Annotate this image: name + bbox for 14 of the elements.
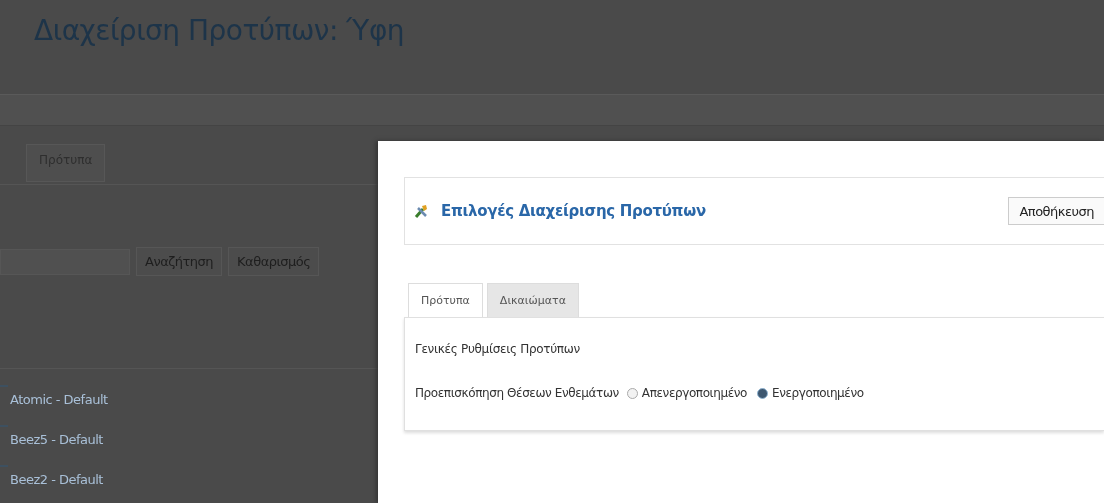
radio-button[interactable] [626,387,638,399]
radio-label: Απενεργοποιημένο [641,386,748,400]
template-link[interactable]: Beez5 - Default [10,432,103,447]
field-label: Προεπισκόπηση Θέσεων Ενθεμάτων [415,386,619,400]
tab[interactable]: Δικαιώματα [486,283,579,317]
radio-button[interactable] [757,387,769,399]
save-button[interactable]: Αποθήκευση [1008,197,1104,225]
modal-title: Επιλογές Διαχείρισης Προτύπων [441,202,706,220]
section-title: Γενικές Ρυθμίσεις Προτύπων [415,342,581,356]
radio-label: Ενεργοποιημένο [772,386,864,400]
template-link[interactable]: Beez2 - Default [10,472,103,487]
tab[interactable]: Πρότυπα [408,283,483,317]
tools-icon [413,203,429,219]
template-link[interactable]: Atomic - Default [10,392,108,407]
